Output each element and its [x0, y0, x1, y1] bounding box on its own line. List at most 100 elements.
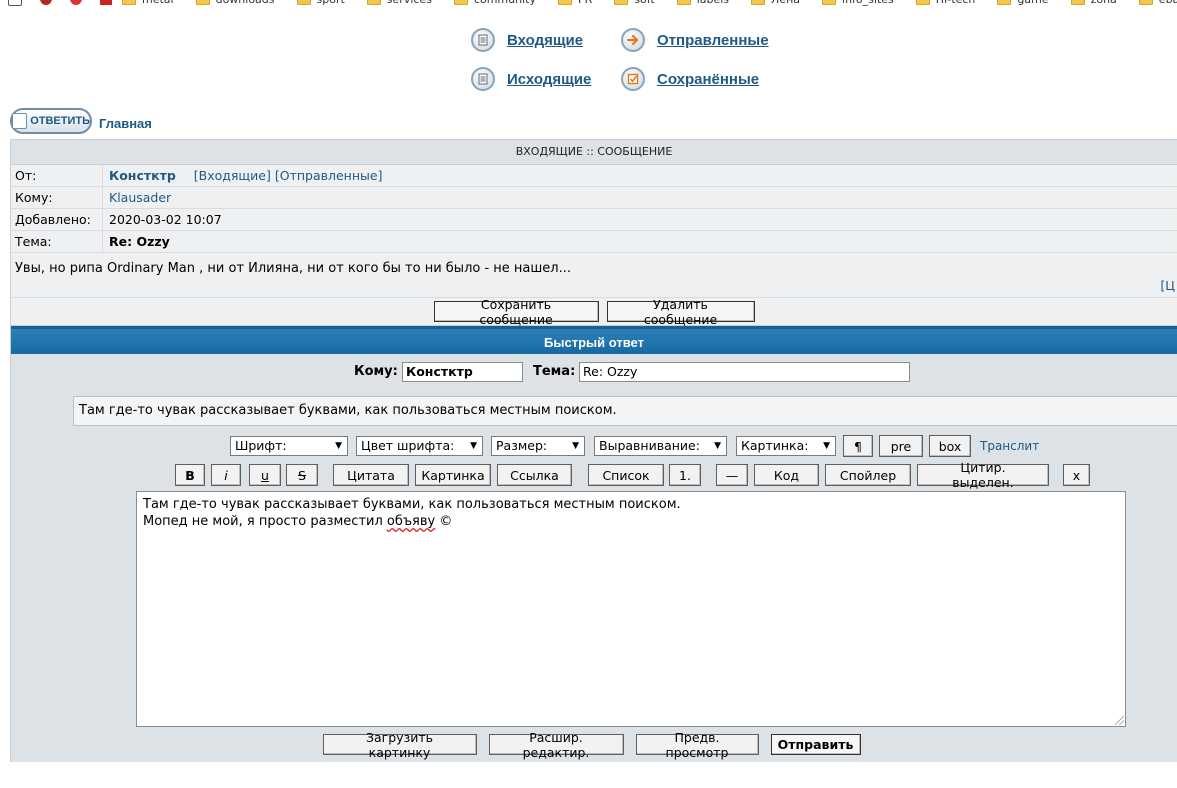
- box-button[interactable]: box: [929, 435, 971, 457]
- quote-selected-button[interactable]: Цитир. выделен.: [917, 460, 1049, 490]
- message-body: Увы, но рипа Ordinary Man , ни от Илияна…: [11, 253, 1177, 298]
- italic-button[interactable]: i: [211, 464, 241, 486]
- bookmark-folder-label: sport: [317, 0, 345, 6]
- nav-saved-label[interactable]: Сохранённые: [657, 71, 759, 88]
- from-sent-link[interactable]: [Отправленные]: [275, 168, 383, 183]
- message-date-row: Добавлено: 2020-03-02 10:07: [11, 209, 1177, 231]
- site-icon[interactable]: [70, 0, 82, 5]
- nav-inbox-link[interactable]: Входящие: [471, 28, 583, 52]
- save-message-button[interactable]: Сохранить сообщение: [433, 297, 599, 327]
- font-select[interactable]: Шрифт: ▼: [230, 436, 348, 456]
- quote-link[interactable]: [Ц: [1160, 278, 1175, 293]
- resize-grip-icon[interactable]: [1115, 716, 1124, 725]
- list-item-button[interactable]: 1.: [669, 464, 701, 486]
- image-select[interactable]: Картинка: ▼: [736, 436, 836, 456]
- misspelled-word: объяву: [386, 514, 436, 529]
- bookmark-folder[interactable]: HI-tech: [915, 0, 975, 6]
- bookmark-folder-label: Лена: [771, 0, 800, 6]
- link-button[interactable]: Ссылка: [497, 464, 572, 486]
- bookmark-folder[interactable]: zona: [1070, 0, 1117, 6]
- bookmark-folder-label: metal: [142, 0, 174, 6]
- message-body-text: Увы, но рипа Ordinary Man , ни от Илияна…: [15, 261, 571, 276]
- nav-sent-link[interactable]: Отправленные: [621, 28, 769, 52]
- outbox-icon: [471, 67, 495, 91]
- bookmark-folder[interactable]: info_sites: [822, 0, 894, 6]
- advanced-editor-button[interactable]: Расшир. редактир.: [488, 730, 624, 760]
- from-user-link[interactable]: Констктр: [109, 168, 176, 183]
- folder-icon: [676, 0, 691, 5]
- message-to-row: Кому: Klausader: [11, 187, 1177, 209]
- underline-button[interactable]: u: [249, 464, 281, 486]
- date-label: Добавлено:: [11, 209, 103, 230]
- pre-button[interactable]: pre: [879, 435, 923, 457]
- font-color-select[interactable]: Цвет шрифта: ▼: [356, 436, 483, 456]
- nav-sent-label[interactable]: Отправленные: [657, 32, 769, 49]
- home-icon[interactable]: [8, 0, 22, 6]
- size-select-value: Размер:: [496, 438, 548, 453]
- to-user-link[interactable]: Klausader: [109, 190, 171, 205]
- bookmark-folder[interactable]: community: [453, 0, 536, 6]
- editor-text: Мопед не мой, я просто разместил: [143, 514, 387, 529]
- bookmark-folder[interactable]: downloads: [195, 0, 275, 6]
- site-icon[interactable]: [40, 0, 52, 5]
- delete-message-button[interactable]: Удалить сообщение: [606, 297, 755, 327]
- translit-link[interactable]: Транслит: [980, 439, 1039, 453]
- nav-outbox-label[interactable]: Исходящие: [507, 71, 591, 88]
- reply-button[interactable]: ОТВЕТИТЬ: [10, 108, 92, 134]
- dropdown-arrow-icon: ▼: [470, 441, 477, 451]
- bookmark-folder[interactable]: Лена: [751, 0, 800, 6]
- preview-button[interactable]: Предв. просмотр: [635, 730, 759, 760]
- message-view: ВХОДЯЩИЕ :: СООБЩЕНИЕ От: Констктр [Вход…: [10, 139, 1177, 327]
- folder-icon: [997, 0, 1012, 5]
- bookmark-folder[interactable]: sport: [296, 0, 345, 6]
- message-actions: Сохранить сообщение Удалить сообщение: [11, 297, 1177, 327]
- editor-text: ©: [435, 514, 453, 529]
- horizontal-rule-button[interactable]: —: [716, 464, 748, 486]
- strike-button[interactable]: S: [286, 464, 318, 486]
- bold-button[interactable]: B: [175, 464, 205, 486]
- send-button[interactable]: Отправить: [770, 734, 861, 755]
- font-color-select-value: Цвет шрифта:: [361, 438, 455, 453]
- dropdown-arrow-icon: ▼: [823, 441, 830, 451]
- nav-inbox-label[interactable]: Входящие: [507, 32, 583, 49]
- bookmark-folder[interactable]: game: [997, 0, 1049, 6]
- size-select[interactable]: Размер: ▼: [491, 436, 585, 456]
- bookmark-folder-label: soft: [634, 0, 654, 6]
- editor-line: Там где-то чувак рассказывает буквами, к…: [143, 497, 681, 512]
- align-select[interactable]: Выравнивание: ▼: [594, 436, 727, 456]
- spoiler-button[interactable]: Спойлер: [825, 464, 911, 486]
- code-button[interactable]: Код: [754, 464, 819, 486]
- close-tags-button[interactable]: x: [1063, 464, 1090, 486]
- from-value: Констктр [Входящие] [Отправленные]: [103, 168, 382, 183]
- bookmark-folder-label: labels: [697, 0, 729, 6]
- folder-icon: [122, 0, 136, 5]
- upload-image-button[interactable]: Загрузить картинку: [322, 730, 477, 760]
- message-from-row: От: Констктр [Входящие] [Отправленные]: [11, 165, 1177, 187]
- quote-button[interactable]: Цитата: [333, 464, 409, 486]
- dropdown-arrow-icon: ▼: [714, 441, 721, 451]
- bookmark-folder[interactable]: metal: [122, 0, 174, 6]
- paragraph-button[interactable]: ¶: [843, 435, 873, 457]
- checkbox-icon: [621, 67, 645, 91]
- home-link[interactable]: Главная: [99, 116, 152, 131]
- arrow-right-icon: [621, 28, 645, 52]
- bookmark-folder[interactable]: ebay: [1138, 0, 1177, 6]
- reply-subject-input[interactable]: Re: Ozzy: [579, 362, 910, 382]
- bookmark-folder[interactable]: services: [366, 0, 432, 6]
- reply-to-input[interactable]: Констктр: [402, 362, 523, 382]
- site-icon[interactable]: [100, 0, 112, 5]
- bookmark-folder-label: game: [1017, 0, 1048, 6]
- bookmark-folder[interactable]: labels: [676, 0, 729, 6]
- bookmark-folder[interactable]: PR: [557, 0, 592, 6]
- image-button[interactable]: Картинка: [415, 464, 491, 486]
- nav-outbox-link[interactable]: Исходящие: [471, 67, 591, 91]
- bookmark-folder[interactable]: soft: [614, 0, 655, 6]
- align-select-value: Выравнивание:: [599, 438, 700, 453]
- from-inbox-link[interactable]: [Входящие]: [194, 168, 271, 183]
- dropdown-arrow-icon: ▼: [572, 441, 579, 451]
- message-editor-textarea[interactable]: Там где-то чувак рассказывает буквами, к…: [136, 491, 1126, 727]
- nav-saved-link[interactable]: Сохранённые: [621, 67, 759, 91]
- reply-subject-label: Тема:: [533, 364, 576, 379]
- reply-button-label: ОТВЕТИТЬ: [30, 115, 90, 127]
- list-button[interactable]: Список: [588, 464, 664, 486]
